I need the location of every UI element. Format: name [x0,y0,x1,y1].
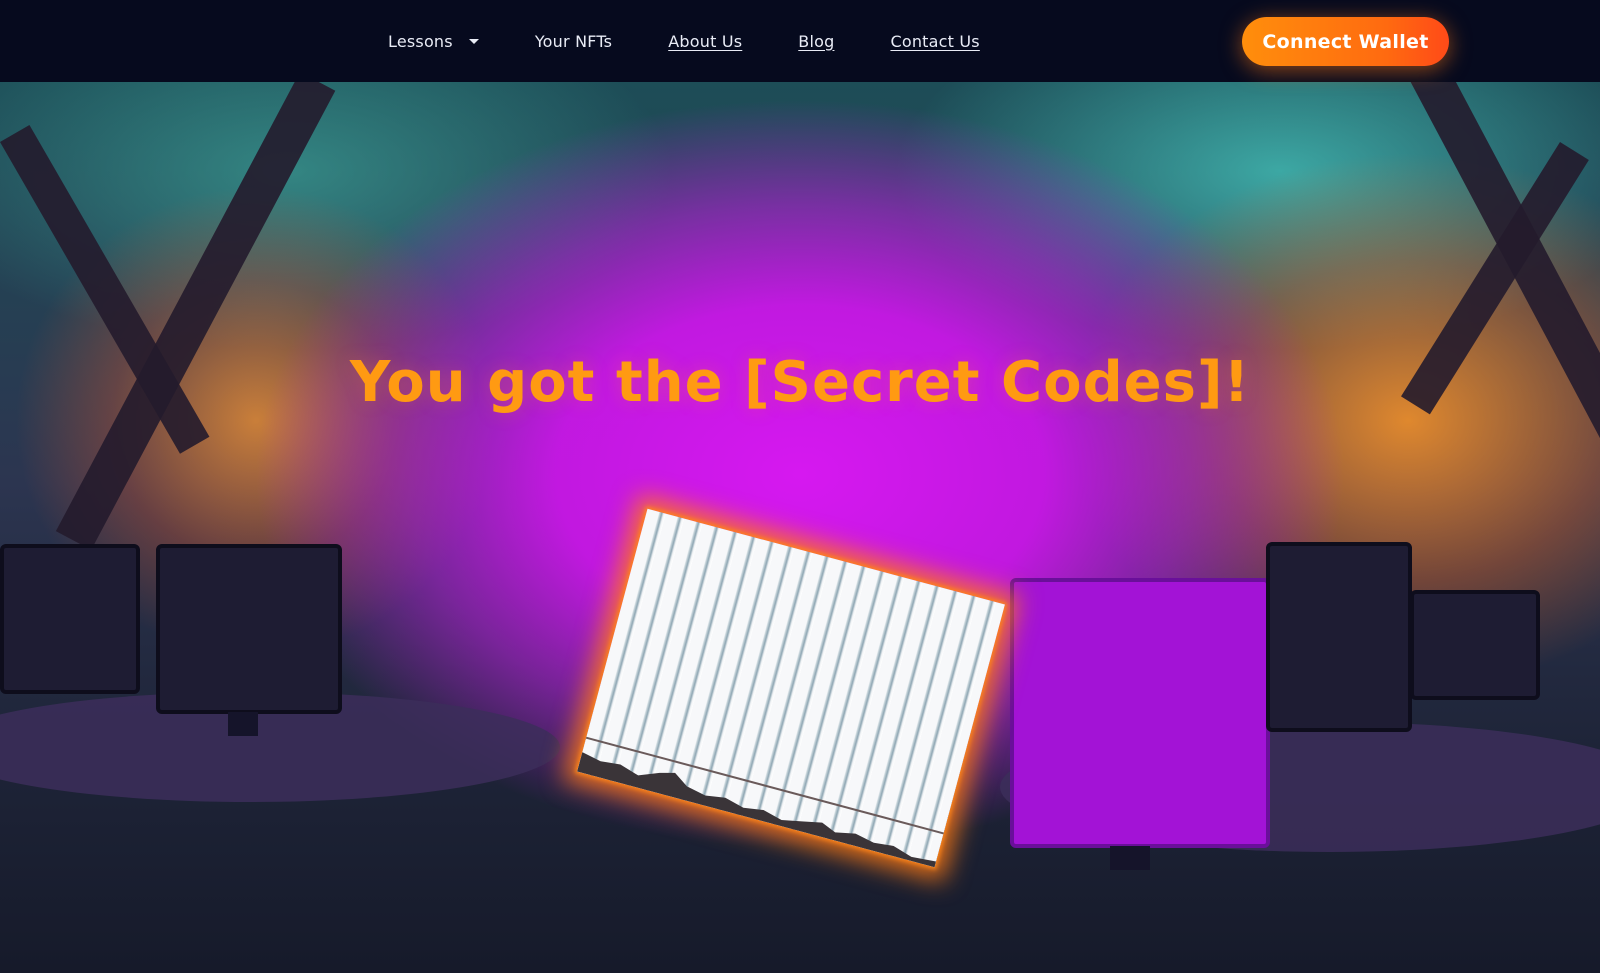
secret-code-card[interactable] [577,508,1005,868]
left-frame-beam [55,82,336,550]
right-monitor-stand [1110,846,1150,870]
nav-item-your-nfts[interactable]: Your NFTs [535,32,612,51]
torn-edge [577,752,937,868]
left-monitor-1 [0,544,140,694]
top-navbar: Lessons Your NFTs About Us Blog Contact … [0,0,1600,82]
connect-wallet-button[interactable]: Connect Wallet [1242,17,1449,66]
right-monitor-2 [1266,542,1412,732]
nav-item-lessons[interactable]: Lessons [388,32,479,51]
nav-item-blog[interactable]: Blog [798,32,834,51]
right-monitor-3 [1410,590,1540,700]
nav-item-contact-us[interactable]: Contact Us [890,32,979,51]
main-nav: Lessons Your NFTs About Us Blog Contact … [388,0,1036,82]
left-monitor-stand [228,712,258,736]
nav-item-about-us[interactable]: About Us [668,32,742,51]
left-monitor-2 [156,544,342,714]
caret-down-icon[interactable] [468,38,479,44]
nav-item-lessons-label: Lessons [388,31,453,51]
right-monitor-glowing [1010,578,1270,848]
hero-title: You got the [Secret Codes]! [349,350,1251,415]
hero-section: You got the [Secret Codes]! [0,82,1600,973]
